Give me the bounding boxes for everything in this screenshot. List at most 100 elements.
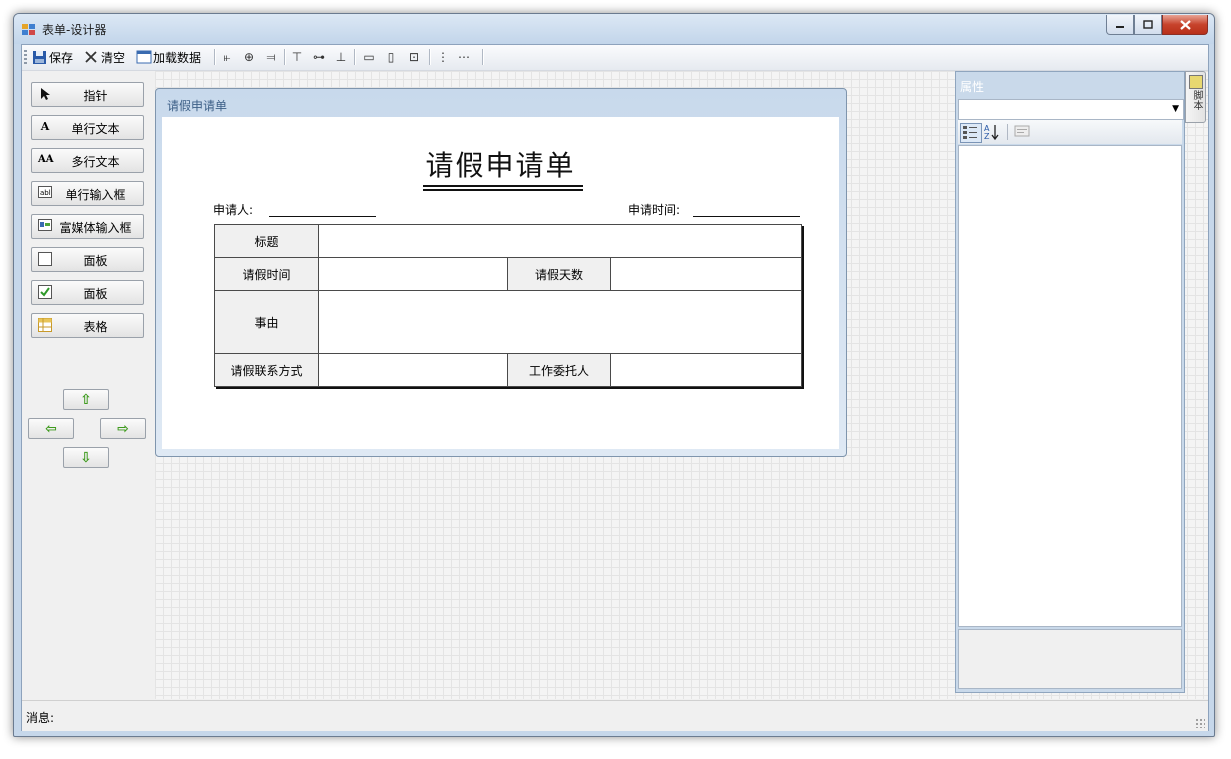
- align-bottom-icon: ⊥: [335, 50, 347, 64]
- tool-checkbox-button[interactable]: 面板: [31, 280, 144, 305]
- apply-time-line[interactable]: [693, 216, 800, 217]
- move-right-button[interactable]: ⇨: [100, 418, 146, 439]
- align-top-button[interactable]: ⊤: [289, 48, 305, 66]
- subject-label-cell[interactable]: 标题: [214, 224, 319, 258]
- resize-grip[interactable]: [1195, 718, 1205, 728]
- tool-richtext-button[interactable]: 富媒体输入框: [31, 214, 144, 239]
- title-underline: [423, 189, 583, 191]
- tool-label: 指针: [83, 89, 108, 103]
- form-panel[interactable]: 请假申请单 请假申请单 申请人: 申请时间: 标题 请假时间 请假天数 事由 请…: [155, 88, 847, 457]
- minimize-icon: [1116, 25, 1124, 28]
- delegate-label-cell[interactable]: 工作委托人: [507, 353, 611, 387]
- align-middle-button[interactable]: ⊶: [311, 48, 327, 66]
- contact-value-cell[interactable]: [318, 353, 508, 387]
- categorized-button[interactable]: [960, 123, 982, 143]
- table-row: 标题: [214, 224, 803, 258]
- leave-time-label-cell[interactable]: 请假时间: [214, 257, 319, 291]
- tool-label: 单行输入框: [65, 188, 126, 202]
- move-down-button[interactable]: ⇩: [63, 447, 109, 468]
- move-left-button[interactable]: ⇦: [28, 418, 74, 439]
- property-description: [958, 629, 1182, 689]
- save-button[interactable]: 保存: [32, 48, 73, 66]
- form-body[interactable]: 请假申请单 申请人: 申请时间: 标题 请假时间 请假天数 事由 请假联系方式 …: [162, 117, 839, 449]
- align-right-button[interactable]: ⫤: [263, 48, 279, 66]
- toolbar-separator: [482, 49, 484, 65]
- text-icon: A: [40, 120, 50, 133]
- table-icon: [38, 318, 52, 332]
- maximize-button[interactable]: [1134, 15, 1162, 35]
- toolbox-panel: 指针 A 单行文本 AA 多行文本 abl 单行输入框 富媒体输入框 面板 面板…: [22, 71, 154, 699]
- form-title[interactable]: 请假申请单: [162, 144, 839, 184]
- save-label: 保存: [49, 50, 74, 65]
- panel-icon: [38, 252, 52, 266]
- align-center-button[interactable]: ⊕: [241, 48, 257, 66]
- minimize-button[interactable]: [1106, 15, 1134, 35]
- toolbar-separator: [284, 49, 286, 65]
- table-row: 请假联系方式 工作委托人: [214, 353, 803, 387]
- script-side-tab[interactable]: 脚本: [1185, 71, 1206, 123]
- delegate-value-cell[interactable]: [609, 353, 803, 387]
- property-pages-icon: [1014, 125, 1030, 137]
- tool-panel-button[interactable]: 面板: [31, 247, 144, 272]
- leave-table[interactable]: 标题 请假时间 请假天数 事由 请假联系方式 工作委托人: [214, 224, 803, 387]
- clear-button[interactable]: 清空: [84, 48, 125, 66]
- vertical-spacing-icon: ⋮: [437, 50, 449, 64]
- reason-value-cell[interactable]: [317, 290, 803, 354]
- tool-table-button[interactable]: 表格: [31, 313, 144, 338]
- same-width-button[interactable]: ▭: [361, 48, 377, 66]
- horizontal-spacing-icon: ⋯: [458, 50, 470, 64]
- toolbar-grip[interactable]: [24, 50, 27, 65]
- multitext-icon: AA: [38, 154, 54, 165]
- design-canvas[interactable]: 请假申请单 请假申请单 申请人: 申请时间: 标题 请假时间 请假天数 事由 请…: [155, 71, 955, 699]
- clear-label: 清空: [101, 50, 126, 65]
- property-grid[interactable]: [958, 145, 1182, 627]
- reason-label-cell[interactable]: 事由: [214, 290, 319, 354]
- align-bottom-button[interactable]: ⊥: [333, 48, 349, 66]
- contact-label-cell[interactable]: 请假联系方式: [214, 353, 319, 387]
- same-size-button[interactable]: ⊡: [406, 48, 422, 66]
- vertical-spacing-button[interactable]: ⋮: [435, 48, 451, 66]
- load-data-button[interactable]: 加载数据: [136, 48, 201, 66]
- main-toolbar: 保存 清空 加载数据 ⫦ ⊕ ⫤ ⊤ ⊶ ⊥ ▭ ▯ ⊡ ⋮ ⋯: [22, 45, 1208, 71]
- status-message: 消息:: [26, 711, 55, 725]
- horizontal-spacing-button[interactable]: ⋯: [456, 48, 472, 66]
- align-top-icon: ⊤: [291, 50, 303, 64]
- object-selector-dropdown[interactable]: ▼: [958, 99, 1184, 120]
- same-height-icon: ▯: [387, 50, 395, 64]
- tool-label: 面板: [83, 254, 108, 268]
- align-center-icon: ⊕: [243, 50, 255, 64]
- table-row: 请假时间 请假天数: [214, 257, 803, 291]
- toolbar-separator: [214, 49, 216, 65]
- move-up-button[interactable]: ⇧: [63, 389, 109, 410]
- tool-textbox-button[interactable]: abl 单行输入框: [31, 181, 144, 206]
- save-icon: [33, 50, 46, 64]
- same-height-button[interactable]: ▯: [383, 48, 399, 66]
- richtext-icon: [38, 219, 52, 233]
- properties-toolbar: AZ: [958, 120, 1182, 144]
- property-pages-button[interactable]: [1013, 123, 1033, 141]
- script-tab-label: 脚本: [1191, 90, 1202, 110]
- align-left-icon: ⫦: [223, 50, 231, 64]
- applicant-label[interactable]: 申请人:: [213, 201, 253, 218]
- title-underline: [423, 185, 583, 187]
- applicant-line[interactable]: [269, 216, 376, 217]
- leave-days-value-cell[interactable]: [609, 257, 803, 291]
- subject-value-cell[interactable]: [317, 224, 803, 258]
- tool-pointer-button[interactable]: 指针: [31, 82, 144, 107]
- apply-time-label[interactable]: 申请时间:: [628, 201, 680, 218]
- align-left-button[interactable]: ⫦: [219, 48, 235, 66]
- properties-panel: 属性 ▼ AZ: [955, 71, 1185, 693]
- pointer-icon: [38, 87, 52, 101]
- leave-days-label-cell[interactable]: 请假天数: [507, 257, 611, 291]
- sort-alpha-icon: AZ: [984, 124, 999, 141]
- close-button[interactable]: [1162, 15, 1208, 35]
- status-bar: 消息:: [22, 700, 1208, 731]
- leave-time-value-cell[interactable]: [318, 257, 508, 291]
- tool-multi-text-button[interactable]: AA 多行文本: [31, 148, 144, 173]
- alphabetical-button[interactable]: AZ: [983, 123, 1003, 141]
- toolbar-separator: [429, 49, 431, 65]
- script-icon: [1189, 75, 1203, 89]
- window-controls: [1106, 15, 1208, 35]
- textbox-icon: abl: [38, 186, 52, 200]
- tool-single-text-button[interactable]: A 单行文本: [31, 115, 144, 140]
